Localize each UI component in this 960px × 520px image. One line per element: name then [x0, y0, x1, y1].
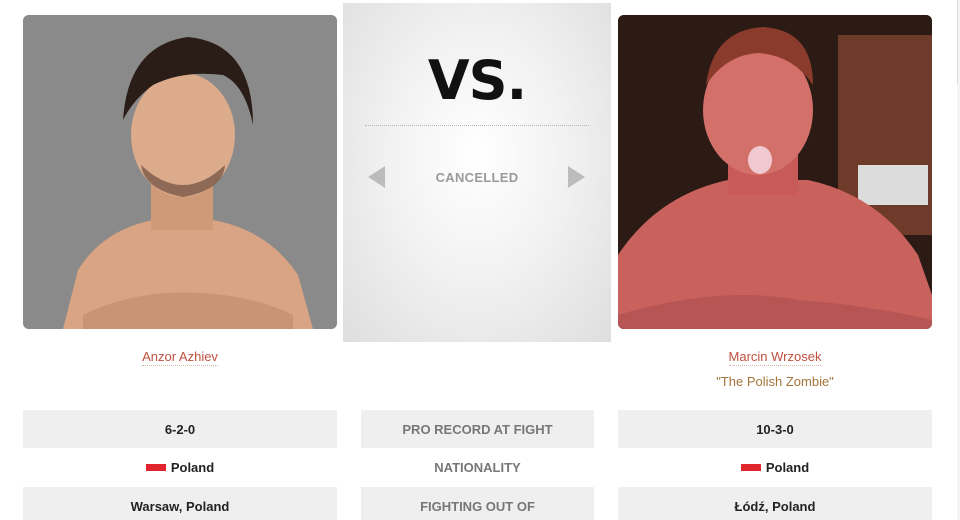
fighter-left-hometown: Warsaw, Poland: [23, 487, 337, 520]
fighter-right-hometown: Łódź, Poland: [618, 487, 932, 520]
arrow-right-icon[interactable]: [568, 166, 585, 188]
fighter-left-name[interactable]: Anzor Azhiev: [23, 349, 337, 366]
fighter-right-name-link[interactable]: Marcin Wrzosek: [728, 349, 822, 366]
fighter-right-nationality: Poland: [618, 448, 932, 486]
fighter-right-photo[interactable]: [618, 15, 932, 329]
fighter-right-portrait: [618, 15, 932, 329]
fighter-right-name[interactable]: Marcin Wrzosek: [618, 349, 932, 366]
fighting-out-of-label: FIGHTING OUT OF: [361, 487, 594, 520]
scrollbar-thumb[interactable]: [957, 0, 958, 84]
fighter-right-record: 10-3-0: [618, 410, 932, 448]
fighter-right-nickname: "The Polish Zombie": [716, 374, 834, 389]
vs-heading: VS.: [427, 49, 527, 112]
fighter-right-nationality-text: Poland: [765, 459, 810, 475]
vs-divider: [365, 125, 589, 126]
fighter-left-portrait: [23, 15, 337, 329]
fighter-left-nationality-text: Poland: [170, 459, 215, 475]
nationality-label: NATIONALITY: [434, 459, 521, 475]
poland-flag-icon: [145, 463, 166, 471]
record-label: PRO RECORD AT FIGHT: [361, 410, 594, 448]
fighter-left-nationality: Poland: [23, 448, 337, 486]
fighter-left-photo[interactable]: [23, 15, 337, 329]
poland-flag-icon: [740, 463, 761, 471]
fighter-left-record: 6-2-0: [23, 410, 337, 448]
fighter-left-name-link[interactable]: Anzor Azhiev: [142, 349, 218, 366]
matchup-panel: VS. CANCELLED: [343, 3, 611, 342]
